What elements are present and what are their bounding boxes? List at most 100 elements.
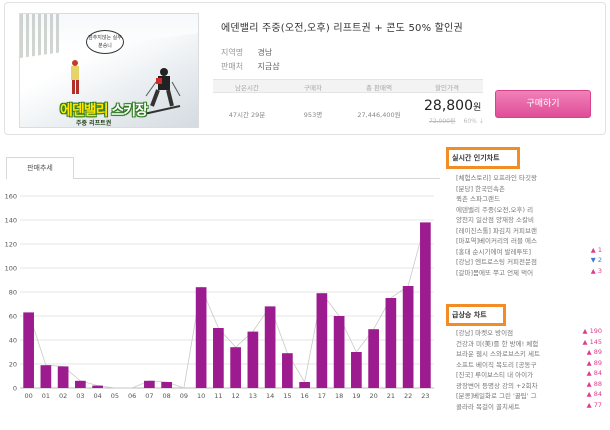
rank-up-icon: ▲ 190 — [582, 327, 602, 335]
realtime-item[interactable]: 퀵촌 스파그랜드 — [456, 193, 604, 204]
y-tick-label: 160 — [5, 193, 17, 201]
bar — [247, 331, 259, 388]
bar — [282, 353, 293, 388]
realtime-item[interactable]: [체험스토리] 오프라인 타깃왕 — [456, 172, 604, 183]
product-image[interactable]: 엄추지않는 실주 분숭니 에덴밸리 스키장 주중 리프트권 — [19, 13, 199, 128]
y-tick-label: 20 — [9, 361, 17, 369]
trend-line — [28, 222, 426, 389]
bar — [144, 380, 155, 388]
image-subtext: 주중 리프트권 — [76, 120, 112, 127]
x-tick-label: 16 — [300, 392, 308, 400]
rising-item[interactable]: 브라운 웹시 스와로브스키 세트 ▲ 89 — [456, 348, 604, 359]
x-tick-label: 00 — [24, 392, 32, 400]
realtime-item[interactable]: [레이진스톨] 파김치 커피브랜 — [456, 225, 604, 236]
rank-up-icon: ▲ 3 — [590, 266, 602, 275]
realtime-item-label: [홍대 순시기에여 발레투또] — [456, 247, 531, 256]
rank-up-icon: ▲ 88 — [586, 379, 602, 388]
y-tick-label: 100 — [5, 265, 17, 273]
rising-item[interactable]: 소프트 베이직 목도리 [공동구 ▲ 89 — [456, 359, 604, 370]
rank-up-icon: ▲ 84 — [586, 390, 602, 398]
realtime-item-label: [체험스토리] 오프라인 타깃왕 — [456, 174, 537, 182]
realtime-item[interactable]: [갈마]몸에또 쭈고 언제 먹어 ▲ 3 — [456, 267, 604, 278]
realtime-item[interactable]: 양천지 일산점 양재장 소칼비 — [456, 214, 604, 225]
original-price: 72,000원 60% ↓ — [429, 118, 484, 125]
bar — [40, 365, 52, 388]
rising-chart-header: 급상승 차트 — [446, 304, 506, 326]
rank-up-icon: ▲ 145 — [582, 337, 602, 346]
x-tick-label: 14 — [266, 392, 274, 400]
rising-item[interactable]: 건강과 미(美)를 한 방에! 체험 ▲ 145 — [456, 338, 604, 349]
realtime-item-label: [갈마]몸에또 쭈고 언제 먹어 — [456, 268, 534, 277]
realtime-item-label: [레이진스톨] 파김치 커피브랜 — [456, 226, 537, 235]
bar — [420, 222, 431, 388]
x-tick-label: 02 — [59, 392, 67, 400]
product-card: 엄추지않는 실주 분숭니 에덴밸리 스키장 주중 리프트권 에덴밸리 주중(오전… — [4, 2, 606, 135]
image-speech-bubble: 엄추지않는 실주 분숭니 — [86, 30, 124, 54]
rank-up-icon: ▲ 89 — [586, 348, 602, 356]
seller-label: 판매처 — [221, 62, 244, 71]
buy-button[interactable]: 구매하기 — [495, 90, 591, 118]
realtime-item[interactable]: [분당] 한국민속촌 — [456, 183, 604, 194]
rising-chart-title: 급상승 차트 — [452, 311, 487, 319]
rising-item[interactable]: 콜라라 목걸이 꼴치세트 ▲ 77 — [456, 401, 604, 412]
realtime-item[interactable]: [홍대 순시기에여 발레투또] ▲ 1 — [456, 246, 604, 257]
rising-item-label: [진국] 루이보스티 내 아이가 — [456, 371, 534, 379]
seller-value[interactable]: 지금샵 — [258, 62, 280, 71]
rising-item-label: 콜라라 목걸이 꼴치세트 — [456, 402, 520, 411]
rank-up-icon: ▲ 77 — [586, 400, 602, 409]
x-tick-label: 18 — [335, 392, 343, 400]
x-tick-label: 17 — [318, 392, 326, 400]
bar — [368, 329, 379, 388]
rising-list: [강남] 마켓오 방이점 ▲ 190 건강과 미(美)를 한 방에! 체험 ▲ 145… — [456, 327, 604, 411]
realtime-item-label: [분당] 한국민속촌 — [456, 184, 505, 193]
x-tick-label: 23 — [421, 392, 429, 400]
bar — [264, 306, 276, 388]
bar — [213, 328, 224, 388]
rising-item[interactable]: [강남] 마켓오 방이점 ▲ 190 — [456, 327, 604, 338]
rising-item[interactable]: [분콩]베일화로 그린 '꿀팁' 그 ▲ 84 — [456, 390, 604, 401]
bar — [351, 352, 362, 388]
tab-sales-trend[interactable]: 판매추세 — [6, 157, 74, 179]
current-price: 28,800원 — [424, 98, 482, 114]
realtime-item[interactable]: [강남] 엔트로스팅 커피전문점 ▼ 2 — [456, 256, 604, 267]
x-tick-label: 11 — [214, 392, 222, 400]
bar — [385, 298, 397, 388]
realtime-item[interactable]: [마포역]베이커리의 러블 에스 — [456, 235, 604, 246]
x-tick-label: 01 — [42, 392, 50, 400]
y-tick-label: 80 — [9, 289, 17, 297]
x-tick-label: 19 — [352, 392, 360, 400]
y-tick-label: 40 — [9, 337, 17, 345]
x-tick-label: 05 — [111, 392, 119, 400]
rising-item-label: 광장변어 등명상 강의 +2회차 — [456, 381, 538, 390]
seller-row: 판매처 지금샵 — [221, 61, 280, 72]
realtime-item-label: 양천지 일산점 양재장 소칼비 — [456, 216, 534, 224]
skier-icon — [143, 68, 181, 115]
y-tick-label: 120 — [5, 241, 17, 249]
realtime-chart-title: 실시간 인기차트 — [452, 154, 500, 162]
product-title[interactable]: 에덴밸리 주중(오전,오후) 리프트권 + 콘도 50% 할인권 — [221, 19, 463, 34]
rank-up-icon: ▲ 1 — [590, 245, 602, 254]
region-row: 지역명 경남 — [221, 47, 272, 58]
bar — [195, 287, 207, 388]
discount-rate: 60% ↓ — [463, 118, 484, 125]
x-tick-label: 04 — [93, 392, 101, 400]
rising-item[interactable]: [진국] 루이보스티 내 아이가 ▲ 84 — [456, 369, 604, 380]
bar — [316, 293, 328, 388]
rank-up-icon: ▲ 84 — [586, 369, 602, 377]
x-tick-label: 10 — [197, 392, 205, 400]
bar — [333, 316, 345, 388]
bar — [92, 385, 103, 388]
realtime-item-label: 에덴밸리 주중(오전,오후) 리 — [456, 205, 534, 214]
bar — [161, 382, 172, 388]
x-tick-label: 21 — [387, 392, 395, 400]
realtime-item-label: [강남] 엔트로스팅 커피전문점 — [456, 258, 537, 266]
rank-up-icon: ▲ 89 — [586, 358, 602, 367]
x-tick-label: 08 — [162, 392, 170, 400]
x-tick-label: 15 — [283, 392, 291, 400]
skier-icon — [71, 60, 79, 94]
x-tick-label: 20 — [369, 392, 377, 400]
realtime-item[interactable]: 에덴밸리 주중(오전,오후) 리 — [456, 204, 604, 215]
y-tick-label: 0 — [13, 385, 17, 393]
x-tick-label: 06 — [128, 392, 136, 400]
rising-item[interactable]: 광장변어 등명상 강의 +2회차 ▲ 88 — [456, 380, 604, 391]
